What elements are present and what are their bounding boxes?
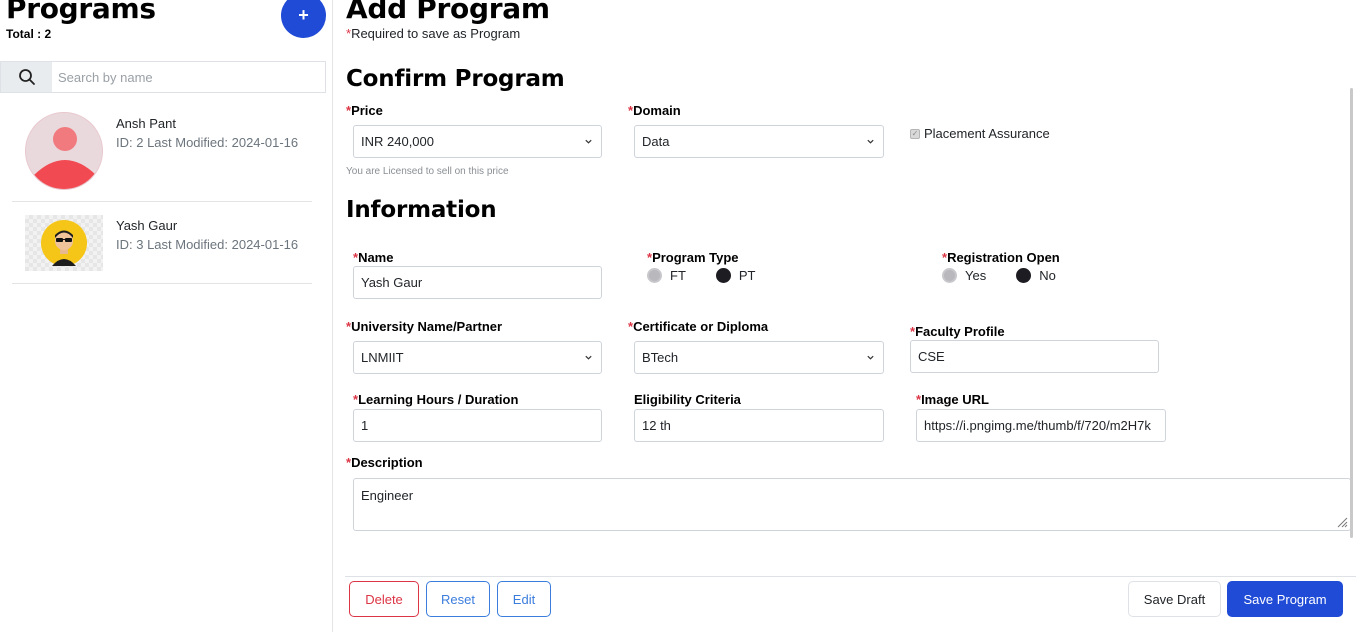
program-type-option-ft: FT [670, 268, 686, 283]
learning-hours-input[interactable]: 1 [353, 409, 602, 442]
program-total-count: Total : 2 [6, 27, 52, 41]
program-type-radio-group: FT PT [647, 268, 756, 283]
section-title-information: Information [346, 197, 497, 223]
program-type-radio-pt[interactable] [715, 268, 731, 283]
chevron-down-icon [867, 355, 874, 360]
chevron-down-icon [585, 355, 592, 360]
university-label: *University Name/Partner [346, 319, 503, 334]
eligibility-input[interactable]: 12 th [634, 409, 884, 442]
name-label: *Name [353, 250, 394, 265]
registration-option-no: No [1039, 268, 1056, 283]
registration-radio-no[interactable] [1016, 268, 1032, 283]
certificate-select[interactable]: BTech [634, 341, 884, 374]
required-note-text: Required to save as Program [351, 26, 521, 41]
save-draft-button[interactable]: Save Draft [1128, 581, 1221, 617]
page-title: Add Program [346, 0, 550, 25]
price-label: *Price [346, 103, 383, 118]
registration-open-label: *Registration Open [942, 250, 1060, 265]
eligibility-label: Eligibility Criteria [634, 392, 741, 407]
scrollbar[interactable] [1350, 88, 1353, 538]
search-icon[interactable] [1, 62, 52, 92]
edit-button[interactable]: Edit [497, 581, 551, 617]
chevron-down-icon [867, 139, 874, 144]
description-label: *Description [346, 455, 423, 470]
price-value: INR 240,000 [361, 134, 434, 149]
program-form: Add Program *Required to save as Program… [333, 0, 1356, 632]
delete-button[interactable]: Delete [349, 581, 419, 617]
faculty-label: *Faculty Profile [910, 324, 1005, 339]
user-avatar-icon [25, 112, 103, 190]
domain-value: Data [642, 134, 670, 149]
placement-assurance-label: Placement Assurance [924, 126, 1050, 141]
required-note: *Required to save as Program [346, 26, 520, 41]
registration-open-radio-group: Yes No [942, 268, 1056, 283]
image-url-input[interactable]: https://i.pngimg.me/thumb/f/720/m2H7k [916, 409, 1166, 442]
footer-divider [345, 576, 1356, 577]
image-url-label: *Image URL [916, 392, 989, 407]
reset-button[interactable]: Reset [426, 581, 490, 617]
chevron-down-icon [585, 139, 592, 144]
program-type-label: *Program Type [647, 250, 739, 265]
sunglasses-avatar-icon [25, 215, 103, 271]
domain-select[interactable]: Data [634, 125, 884, 158]
placement-assurance-checkbox[interactable]: ✓ Placement Assurance [910, 126, 1050, 141]
description-textarea[interactable]: Engineer [353, 478, 1351, 531]
faculty-input[interactable]: CSE [910, 340, 1159, 373]
search-bar [0, 61, 326, 93]
program-list-item[interactable]: Yash Gaur ID: 3 Last Modified: 2024-01-1… [12, 202, 312, 284]
description-value: Engineer [361, 488, 414, 503]
program-name: Ansh Pant [116, 116, 176, 131]
university-select[interactable]: LNMIIT [353, 341, 602, 374]
learning-hours-label: *Learning Hours / Duration [353, 392, 519, 407]
name-input[interactable]: Yash Gaur [353, 266, 602, 299]
sidebar-title: Programs [6, 0, 156, 25]
price-hint: You are Licensed to sell on this price [346, 166, 509, 177]
university-value: LNMIIT [361, 350, 404, 365]
registration-option-yes: Yes [965, 268, 987, 283]
program-name: Yash Gaur [116, 218, 178, 233]
program-list-item[interactable]: Ansh Pant ID: 2 Last Modified: 2024-01-1… [12, 100, 312, 202]
section-title-confirm: Confirm Program [346, 66, 565, 92]
add-program-button[interactable]: + [281, 0, 326, 38]
search-input[interactable] [52, 62, 325, 92]
programs-sidebar: Programs Total : 2 + Ansh Pant ID: 2 Las… [0, 0, 333, 632]
check-icon[interactable]: ✓ [910, 128, 920, 139]
save-program-button[interactable]: Save Program [1227, 581, 1343, 617]
program-list: Ansh Pant ID: 2 Last Modified: 2024-01-1… [12, 100, 312, 284]
price-select[interactable]: INR 240,000 [353, 125, 602, 158]
certificate-label: *Certificate or Diploma [628, 319, 769, 334]
certificate-value: BTech [642, 350, 679, 365]
domain-label: *Domain [628, 103, 681, 118]
resize-grip-icon[interactable] [1336, 516, 1348, 528]
registration-radio-yes[interactable] [942, 268, 957, 283]
program-type-option-pt: PT [738, 268, 756, 283]
program-meta: ID: 2 Last Modified: 2024-01-16 [116, 135, 299, 150]
program-meta: ID: 3 Last Modified: 2024-01-16 [116, 237, 299, 252]
program-type-radio-ft[interactable] [647, 268, 662, 283]
